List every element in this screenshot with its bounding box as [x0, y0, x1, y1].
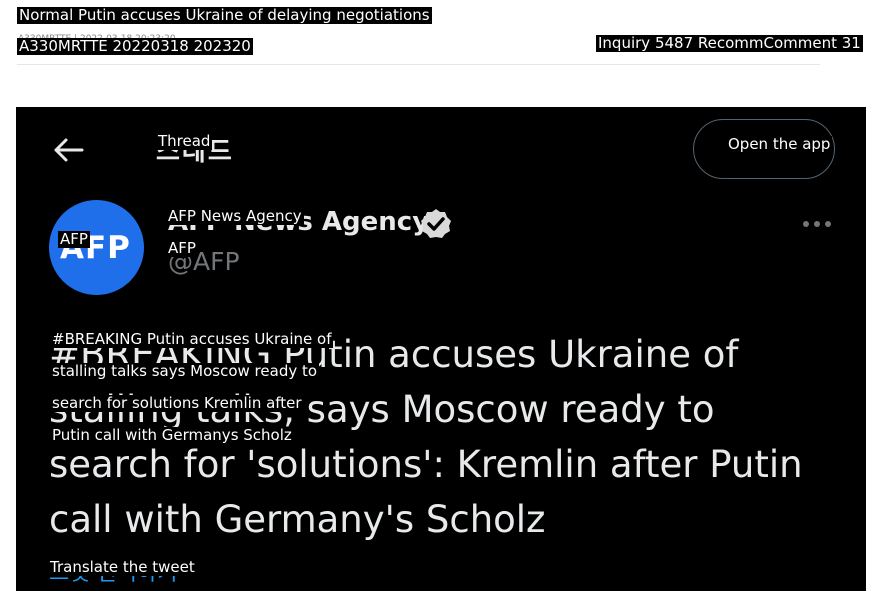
post-id: A330MRTTE 20220318 202320: [17, 37, 253, 56]
post-stats: Inquiry 5487 RecommComment 31: [596, 34, 863, 53]
open-app-label[interactable]: Open the app: [726, 135, 833, 154]
avatar-label: AFP: [58, 230, 90, 249]
translate-tweet-link[interactable]: Translate the tweet: [48, 558, 197, 577]
tweet-screenshot: 스레드 Thread Open the app AFP AFP AFP News…: [16, 107, 866, 591]
tweet-label-line-1: #BREAKING Putin accuses Ukraine of: [50, 330, 334, 349]
tweet-label-line-4: Putin call with Germanys Scholz: [50, 426, 294, 445]
account-name: AFP News Agency: [166, 207, 304, 226]
header-divider: [17, 64, 820, 65]
more-dots-icon[interactable]: [801, 219, 833, 229]
verified-check-icon: [421, 209, 451, 238]
back-arrow-icon[interactable]: [52, 137, 84, 163]
account-handle-label: AFP: [166, 239, 198, 258]
thread-title: Thread: [156, 132, 213, 151]
tweet-label-line-2: stalling talks says Moscow ready to: [50, 362, 320, 381]
tweet-label-line-3: search for solutions Kremlin after: [50, 394, 304, 413]
post-title: Normal Putin accuses Ukraine of delaying…: [17, 6, 432, 25]
